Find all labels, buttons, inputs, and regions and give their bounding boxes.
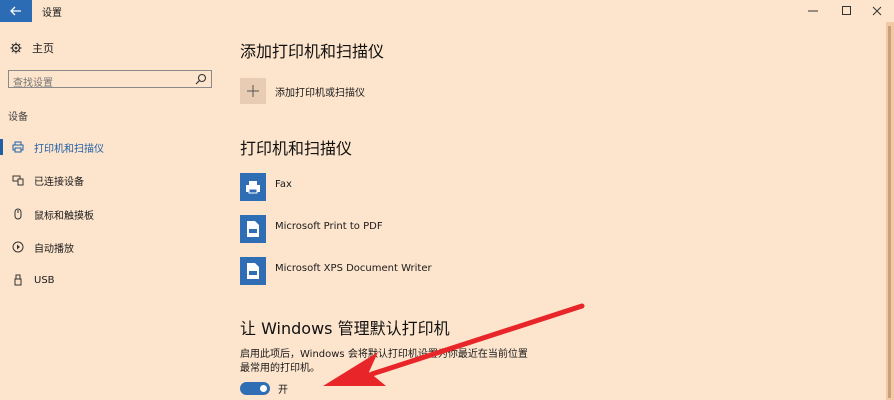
add-tile[interactable] — [240, 78, 266, 104]
title-bar: 设置 — [0, 0, 894, 22]
sidebar-item-autoplay[interactable]: 自动播放 — [0, 236, 225, 258]
printer-item-pdf[interactable]: Microsoft Print to PDF — [240, 215, 383, 243]
search-input[interactable] — [9, 75, 193, 92]
default-printer-toggle-row: 开 — [240, 381, 288, 396]
add-heading: 添加打印机和扫描仪 — [240, 42, 385, 61]
printer-file-icon — [240, 257, 266, 285]
sidebar-home[interactable]: 主页 — [10, 40, 54, 56]
description-line: 启用此项后，Windows 会将默认打印机设置为你最近在当前位置 — [240, 349, 528, 360]
printer-name: Microsoft XPS Document Writer — [275, 262, 432, 274]
sidebar-item-label: 打印机和扫描仪 — [34, 143, 104, 155]
plus-icon — [247, 85, 259, 97]
scrollbar-thumb[interactable] — [888, 26, 891, 398]
default-printer-heading: 让 Windows 管理默认打印机 — [240, 319, 450, 338]
toggle-knob — [260, 385, 267, 392]
connected-devices-icon — [11, 174, 25, 186]
usb-icon — [11, 274, 25, 286]
sidebar-home-label: 主页 — [32, 42, 54, 55]
fax-icon — [240, 173, 266, 201]
maximize-icon — [842, 6, 851, 15]
sidebar-item-usb[interactable]: USB — [0, 269, 225, 291]
window-title: 设置 — [42, 8, 62, 19]
printer-item-xps[interactable]: Microsoft XPS Document Writer — [240, 257, 432, 285]
sidebar-item-label: 已连接设备 — [34, 176, 84, 188]
printers-heading: 打印机和扫描仪 — [240, 139, 353, 158]
close-icon — [872, 6, 882, 16]
close-button[interactable] — [860, 0, 894, 22]
gear-icon — [10, 42, 22, 54]
sidebar-item-printers[interactable]: 打印机和扫描仪 — [0, 136, 225, 158]
printer-name: Microsoft Print to PDF — [275, 220, 383, 232]
sidebar: 主页 设备 打印机和扫描仪 已连接设备 鼠标和触摸板 自动播放 — [0, 22, 225, 400]
main-content: 添加打印机和扫描仪 添加打印机或扫描仪 打印机和扫描仪 Fax Microsof… — [240, 22, 880, 400]
default-printer-toggle[interactable] — [240, 382, 270, 395]
printer-item-fax[interactable]: Fax — [240, 173, 292, 201]
sidebar-item-mouse[interactable]: 鼠标和触摸板 — [0, 203, 225, 225]
sidebar-item-label: 自动播放 — [34, 243, 74, 255]
autoplay-icon — [11, 241, 25, 253]
search-box[interactable] — [8, 70, 212, 92]
description-line: 最常用的打印机。 — [240, 363, 320, 374]
search-icon[interactable] — [195, 73, 207, 85]
add-printer-button[interactable]: 添加打印机或扫描仪 — [240, 78, 365, 104]
default-printer-description: 启用此项后，Windows 会将默认打印机设置为你最近在当前位置 最常用的打印机… — [240, 348, 570, 376]
sidebar-item-connected-devices[interactable]: 已连接设备 — [0, 169, 225, 191]
toggle-state-label: 开 — [278, 385, 288, 396]
add-printer-label: 添加打印机或扫描仪 — [275, 87, 365, 99]
sidebar-item-label: USB — [34, 274, 55, 286]
sidebar-item-label: 鼠标和触摸板 — [34, 210, 94, 222]
maximize-button[interactable] — [830, 0, 864, 22]
back-button[interactable] — [0, 0, 32, 22]
minimize-button[interactable] — [796, 0, 830, 22]
arrow-left-icon — [10, 6, 21, 16]
printer-name: Fax — [275, 178, 292, 190]
scrollbar[interactable] — [886, 22, 894, 400]
minimize-icon — [808, 10, 818, 12]
mouse-icon — [11, 208, 25, 220]
printer-file-icon — [240, 215, 266, 243]
sidebar-section-devices: 设备 — [8, 112, 28, 123]
printer-icon — [11, 141, 25, 153]
